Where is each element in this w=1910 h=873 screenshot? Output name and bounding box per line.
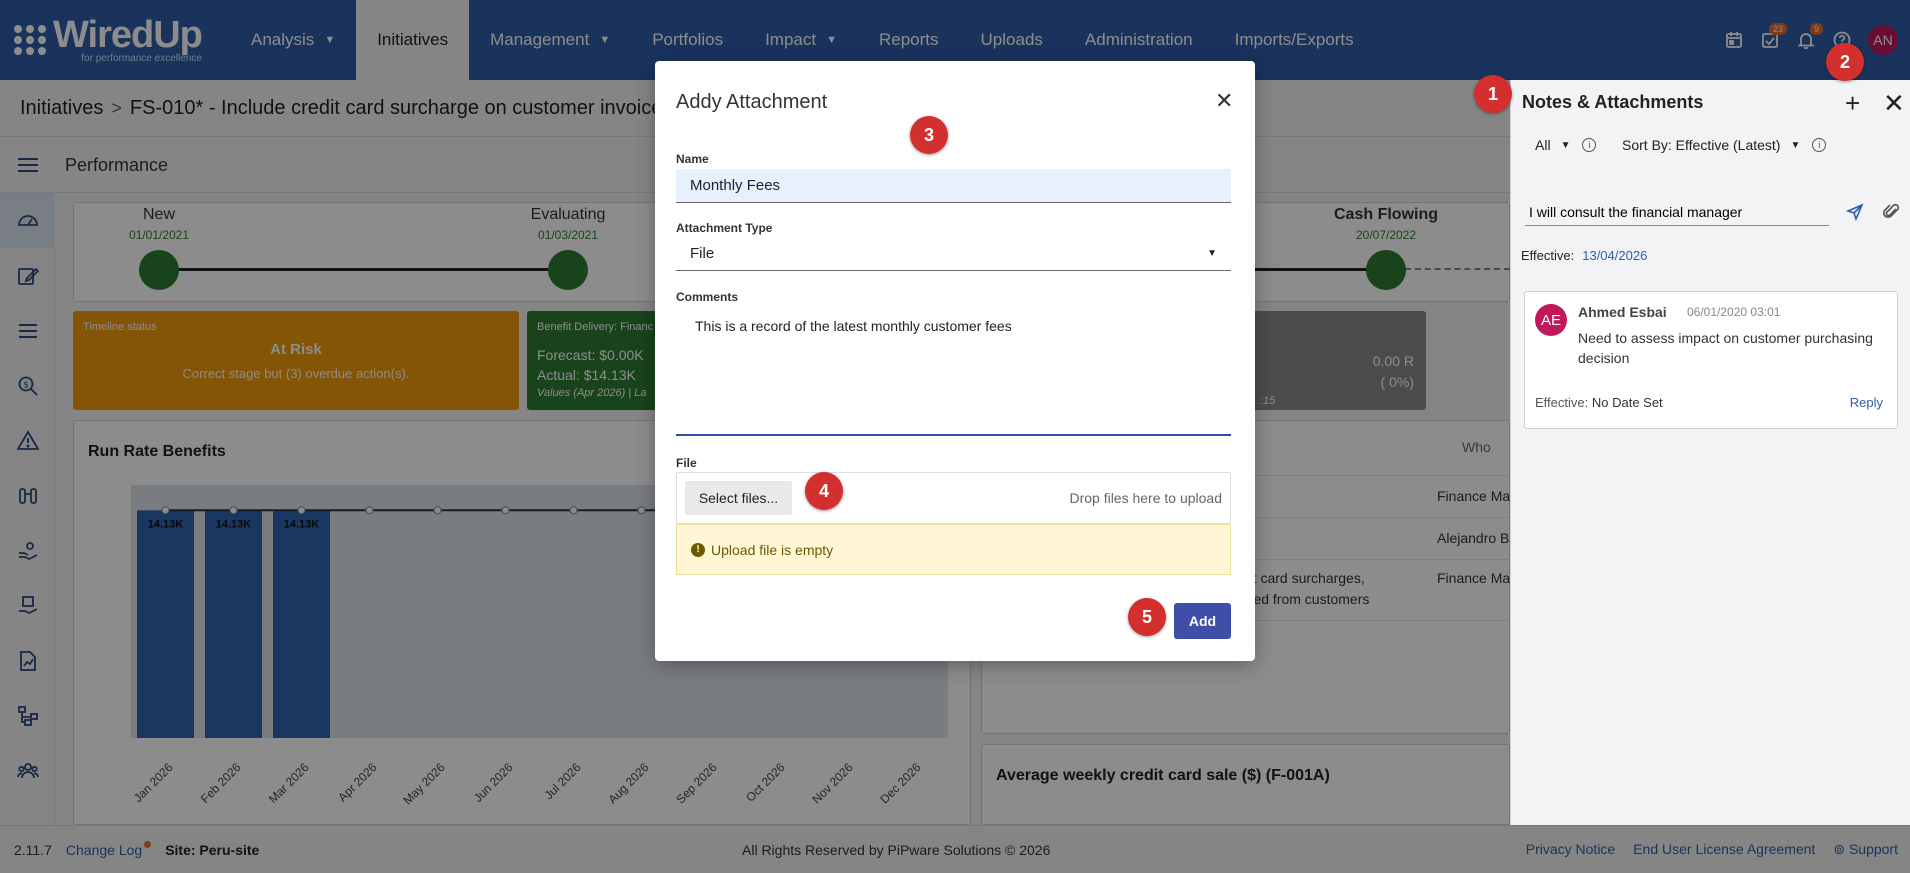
notes-sort-select[interactable]: Sort By: Effective (Latest) ▼ i (1622, 137, 1827, 153)
note-date: 06/01/2020 03:01 (1687, 305, 1781, 319)
warning-info-icon: ! (691, 542, 705, 557)
notes-attachments-panel: Notes & Attachments + ✕ All ▼ i Sort By: … (1510, 80, 1910, 825)
callout-badge: 3 (910, 116, 948, 154)
reply-link[interactable]: Reply (1850, 395, 1883, 410)
info-icon[interactable]: i (1582, 138, 1597, 152)
add-attachment-modal: Addy Attachment ✕ Name Attachment Type F… (655, 61, 1255, 661)
name-field[interactable] (676, 169, 1231, 203)
caret-down-icon: ▼ (1790, 139, 1801, 151)
file-label: File (676, 456, 697, 470)
comments-field[interactable]: This is a record of the latest monthly c… (676, 304, 1231, 436)
notes-filter-select[interactable]: All ▼ i (1535, 137, 1597, 153)
note-text: Need to assess impact on customer purcha… (1578, 330, 1873, 366)
note-card: AE Ahmed Esbai 06/01/2020 03:01 Need to … (1524, 291, 1898, 429)
callout-badge: 5 (1128, 598, 1166, 636)
modal-backdrop-footer[interactable] (1510, 825, 1910, 873)
paperclip-icon[interactable] (1882, 203, 1901, 226)
select-files-button[interactable]: Select files... (685, 481, 792, 515)
note-effective: Effective: 13/04/2026 (1521, 248, 1648, 263)
close-icon[interactable]: ✕ (1215, 88, 1233, 114)
callout-badge: 2 (1826, 43, 1864, 81)
file-dropzone[interactable]: Select files... Drop files here to uploa… (676, 472, 1231, 524)
effective-date-link[interactable]: 13/04/2026 (1582, 248, 1647, 263)
callout-badge: 4 (805, 472, 843, 510)
add-button[interactable]: Add (1174, 603, 1231, 639)
drop-hint: Drop files here to upload (1069, 490, 1222, 506)
notes-title: Notes & Attachments (1522, 92, 1704, 112)
info-icon[interactable]: i (1812, 138, 1827, 152)
avatar: AE (1535, 304, 1567, 336)
upload-warning: ! Upload file is empty (676, 524, 1231, 575)
callout-badge: 1 (1474, 75, 1512, 113)
attachment-type-select[interactable]: File ▼ (676, 237, 1231, 271)
plus-icon[interactable]: + (1845, 88, 1860, 119)
caret-down-icon: ▼ (1207, 248, 1217, 259)
attachment-type-label: Attachment Type (676, 221, 773, 235)
close-icon[interactable]: ✕ (1883, 88, 1905, 119)
note-author: Ahmed Esbai (1578, 304, 1667, 320)
modal-title: Addy Attachment (676, 91, 828, 113)
name-label: Name (676, 152, 709, 166)
comments-label: Comments (676, 290, 739, 304)
note-card-effective: Effective: No Date Set (1535, 395, 1663, 410)
note-input[interactable] (1525, 198, 1829, 226)
caret-down-icon: ▼ (1560, 139, 1571, 151)
send-icon[interactable] (1845, 203, 1864, 226)
